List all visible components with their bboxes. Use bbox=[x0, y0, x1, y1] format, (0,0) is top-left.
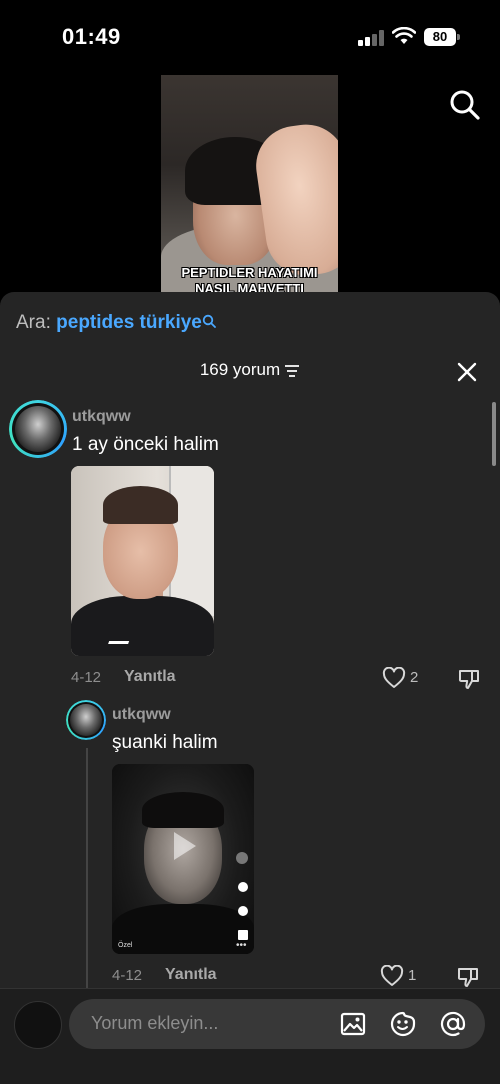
search-small-icon bbox=[202, 314, 216, 328]
comment-text: şuanki halim bbox=[112, 732, 218, 753]
status-bar: 01:49 80 bbox=[0, 0, 500, 70]
comments-header: 169 yorum bbox=[0, 360, 500, 380]
heart-icon[interactable] bbox=[382, 667, 406, 689]
wifi-icon bbox=[392, 27, 416, 44]
comment-video[interactable]: Özel ••• bbox=[112, 764, 254, 954]
status-time: 01:49 bbox=[62, 24, 121, 49]
dislike-icon[interactable] bbox=[456, 965, 480, 989]
avatar[interactable] bbox=[66, 700, 106, 740]
video-preview[interactable]: PEPTIDLER HAYATIMI NASIL MAHVETTI bbox=[161, 75, 338, 300]
my-avatar bbox=[14, 1001, 62, 1049]
comment-input-placeholder: Yorum ekleyin... bbox=[91, 1013, 219, 1033]
reply-button[interactable]: Yanıtla bbox=[165, 966, 217, 984]
mention-icon[interactable] bbox=[439, 1010, 467, 1038]
dislike-icon[interactable] bbox=[457, 667, 481, 691]
close-icon[interactable] bbox=[456, 361, 478, 383]
avatar[interactable] bbox=[9, 400, 67, 458]
search-suggestion-term[interactable]: peptides türkiye bbox=[56, 312, 202, 333]
comment-username[interactable]: utkqww bbox=[72, 408, 131, 426]
search-icon[interactable] bbox=[448, 88, 482, 122]
private-badge: Özel bbox=[118, 942, 133, 949]
search-suggestion-label: Ara: bbox=[16, 312, 51, 333]
battery-tip bbox=[457, 34, 460, 40]
comment-count: 169 yorum bbox=[199, 360, 281, 379]
reply-button[interactable]: Yanıtla bbox=[124, 668, 176, 686]
scrollbar[interactable] bbox=[492, 402, 496, 466]
comment-composer: Yorum ekleyin... bbox=[0, 988, 500, 1084]
cellular-signal-icon bbox=[358, 30, 384, 46]
play-icon[interactable] bbox=[174, 832, 196, 860]
comment-text: 1 ay önceki halim bbox=[72, 434, 219, 455]
comment-date: 4-12 bbox=[71, 669, 102, 686]
filter-icon[interactable] bbox=[284, 364, 300, 378]
heart-icon[interactable] bbox=[380, 965, 404, 987]
search-suggestion[interactable]: Ara: peptides türkiye bbox=[16, 312, 216, 334]
comment-username[interactable]: utkqww bbox=[112, 706, 171, 724]
thread-line bbox=[86, 748, 88, 988]
like-count: 2 bbox=[410, 669, 419, 686]
comment-date: 4-12 bbox=[112, 967, 143, 984]
emoji-icon[interactable] bbox=[389, 1010, 417, 1038]
image-icon[interactable] bbox=[339, 1010, 367, 1038]
battery-indicator: 80 bbox=[424, 28, 456, 46]
comment-photo[interactable] bbox=[71, 466, 214, 656]
comments-sheet: Ara: peptides türkiye 169 yorum utkqww 1… bbox=[0, 292, 500, 1084]
video-caption-line-1: PEPTIDLER HAYATIMI bbox=[181, 265, 318, 280]
comment-input[interactable]: Yorum ekleyin... bbox=[69, 999, 485, 1049]
more-dots: ••• bbox=[236, 940, 247, 951]
video-sidebar bbox=[236, 852, 250, 954]
like-count: 1 bbox=[408, 967, 417, 984]
